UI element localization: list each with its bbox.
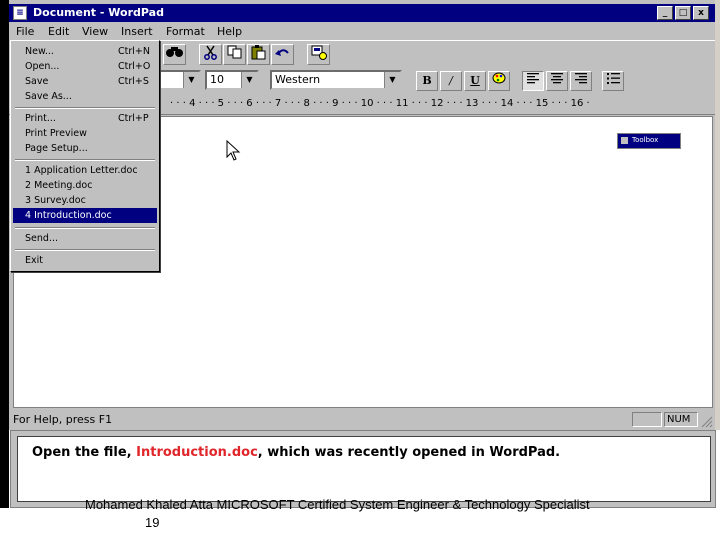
menu-separator [15, 227, 155, 229]
menu-separator [15, 107, 155, 109]
menu-item-print[interactable]: Print... Ctrl+P [13, 111, 157, 126]
font-size-combo[interactable]: 10 ▼ [205, 70, 259, 90]
toolbox-icon [621, 136, 628, 144]
slide-page-number: 19 [145, 515, 160, 530]
left-border-stripe [0, 0, 9, 508]
toolbox-window[interactable]: Toolbox [617, 133, 681, 149]
align-center-icon[interactable] [546, 71, 568, 91]
slide-credit: Mohamed Khaled Atta MICROSOFT Certified … [85, 497, 590, 512]
minimize-button[interactable]: _ [657, 6, 673, 20]
menu-separator [15, 159, 155, 161]
resize-grip-icon[interactable] [701, 416, 713, 428]
script-combo[interactable]: Western ▼ [270, 70, 402, 90]
chevron-down-icon[interactable]: ▼ [241, 72, 257, 88]
menu-separator [15, 249, 155, 251]
menu-item-recent-2[interactable]: 2 Meeting.doc [13, 178, 157, 193]
right-border-stripe [715, 0, 720, 430]
menu-item-page-setup[interactable]: Page Setup... [13, 141, 157, 156]
menu-item-save[interactable]: Save Ctrl+S [13, 74, 157, 89]
file-menu-dropdown: New... Ctrl+N Open... Ctrl+O Save Ctrl+S Sa… [10, 40, 160, 272]
status-panel-empty [632, 412, 662, 427]
window-title: Document - WordPad [33, 6, 164, 19]
menu-file[interactable]: File [16, 25, 34, 38]
menu-item-send[interactable]: Send... [13, 231, 157, 246]
menu-view[interactable]: View [82, 25, 108, 38]
menu-item-new[interactable]: New... Ctrl+N [13, 44, 157, 59]
menu-item-recent-3[interactable]: 3 Survey.doc [13, 193, 157, 208]
instruction-filename: Introduction.doc [136, 445, 258, 460]
instruction-text-box: Open the file, Introduction.doc, which w… [17, 436, 711, 502]
ruler-scale: · · · 4 · · · 5 · · · 6 · · · 7 · · · 8 … [170, 98, 590, 109]
underline-button[interactable]: U [464, 71, 486, 91]
maximize-button[interactable]: □ [675, 6, 691, 20]
wordpad-app-icon[interactable]: ≡ [13, 6, 27, 20]
status-num-indicator: NUM [664, 412, 698, 427]
standard-toolbar [157, 40, 715, 67]
bullets-icon[interactable] [602, 71, 624, 91]
menu-help[interactable]: Help [217, 25, 242, 38]
menu-item-open[interactable]: Open... Ctrl+O [13, 59, 157, 74]
font-name-combo[interactable]: ▼ [157, 70, 201, 90]
menu-edit[interactable]: Edit [48, 25, 69, 38]
menu-item-print-preview[interactable]: Print Preview [13, 126, 157, 141]
paste-icon[interactable] [247, 44, 270, 65]
menu-format[interactable]: Format [166, 25, 205, 38]
script-value: Western [275, 73, 321, 86]
find-icon[interactable] [163, 44, 186, 65]
toolbox-title: Toolbox [632, 136, 659, 144]
chevron-down-icon[interactable]: ▼ [183, 72, 199, 88]
menu-bar: File Edit View Insert Format Help [9, 22, 715, 40]
mouse-pointer-icon [226, 140, 241, 161]
bold-button[interactable]: B [416, 71, 438, 91]
instruction-suffix: , which was recently opened in WordPad. [257, 445, 561, 460]
menu-item-recent-4[interactable]: 4 Introduction.doc [13, 208, 157, 223]
close-button[interactable]: x [693, 6, 709, 20]
status-bar: For Help, press F1 NUM [9, 410, 715, 430]
menu-item-recent-1[interactable]: 1 Application Letter.doc [13, 163, 157, 178]
copy-icon[interactable] [223, 44, 246, 65]
menu-item-save-as[interactable]: Save As... [13, 89, 157, 104]
title-bar[interactable]: ≡ Document - WordPad _ □ x [9, 4, 715, 22]
instruction-text: Open the file, Introduction.doc, which w… [32, 445, 560, 460]
italic-button[interactable]: / [440, 71, 462, 91]
format-bar: ▼ 10 ▼ Western ▼ B / U [157, 66, 715, 94]
align-right-icon[interactable] [570, 71, 592, 91]
menu-insert[interactable]: Insert [121, 25, 153, 38]
status-help-text: For Help, press F1 [13, 413, 113, 426]
instruction-prefix: Open the file, [32, 445, 137, 460]
font-size-value: 10 [210, 73, 224, 86]
menu-item-exit[interactable]: Exit [13, 253, 157, 268]
chevron-down-icon[interactable]: ▼ [384, 72, 400, 88]
color-palette-icon[interactable] [488, 71, 510, 91]
undo-icon[interactable] [271, 44, 294, 65]
cut-icon[interactable] [199, 44, 222, 65]
align-left-icon[interactable] [522, 71, 544, 91]
insert-object-icon[interactable] [307, 44, 330, 65]
